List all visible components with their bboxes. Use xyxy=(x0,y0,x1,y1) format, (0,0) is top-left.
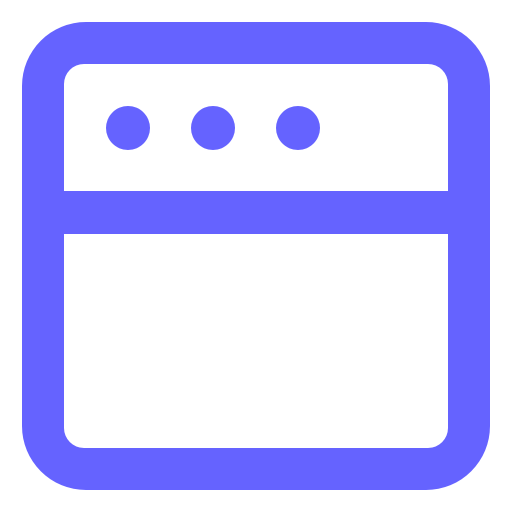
title-bar-dot xyxy=(106,106,150,150)
title-bar-divider xyxy=(64,191,448,234)
title-bar-dot xyxy=(276,106,320,150)
browser-window-icon xyxy=(22,22,490,490)
title-bar-dot xyxy=(191,106,235,150)
title-bar-dots xyxy=(106,106,320,150)
icon-canvas xyxy=(0,0,512,512)
window-frame xyxy=(22,22,490,490)
